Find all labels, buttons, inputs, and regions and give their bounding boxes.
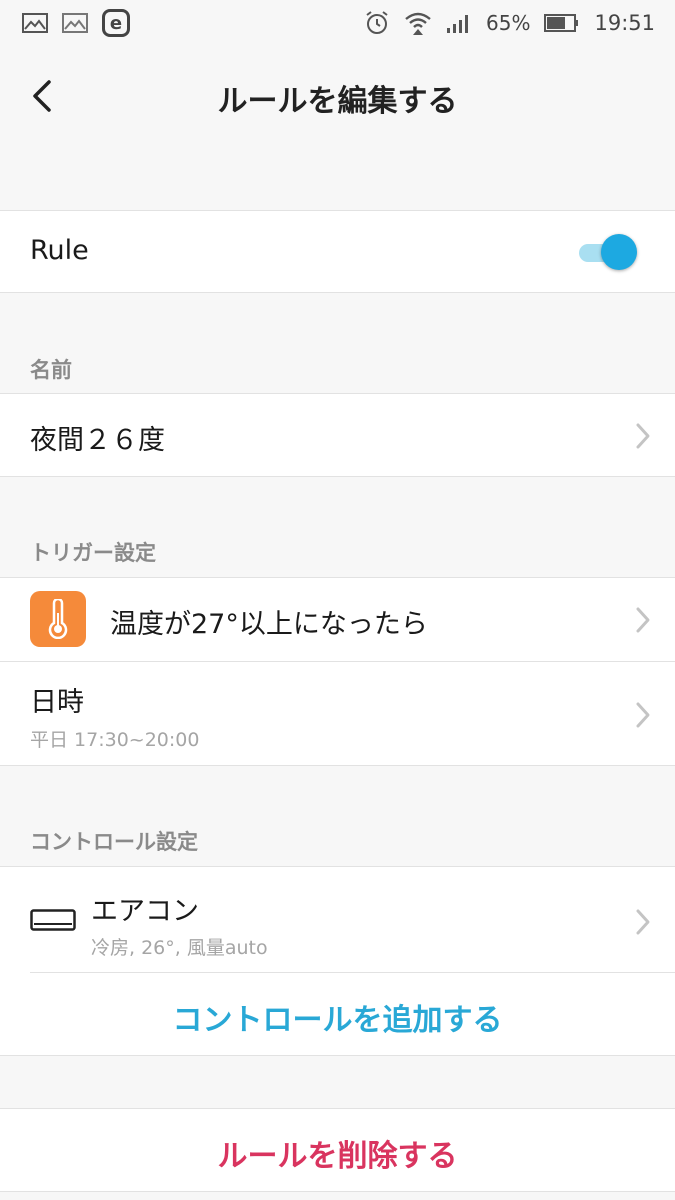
trigger-datetime-label: 日時: [30, 687, 84, 718]
thermometer-icon: [30, 591, 86, 647]
delete-rule-button[interactable]: ルールを削除する: [0, 1108, 675, 1192]
battery-icon: [544, 14, 579, 32]
image-icon: [22, 13, 48, 33]
chevron-right-icon: [636, 702, 650, 728]
signal-icon: [447, 15, 469, 33]
chevron-right-icon: [636, 423, 650, 449]
add-control-button[interactable]: コントロールを追加する: [0, 973, 675, 1056]
status-bar-right: 65% 19:51: [364, 10, 655, 36]
control-aircon-subtitle: 冷房, 26°, 風量auto: [91, 937, 268, 959]
thermometer-glyph: [48, 599, 68, 639]
header: ルールを編集する: [0, 46, 675, 150]
delete-rule-label: ルールを削除する: [217, 1139, 458, 1174]
control-section-label: コントロール設定: [30, 830, 198, 854]
alarm-icon: [366, 11, 388, 34]
status-bar-left: e: [22, 9, 130, 37]
name-section-label: 名前: [30, 358, 72, 382]
wifi-icon: [405, 12, 431, 35]
air-conditioner-icon: [30, 909, 76, 931]
rule-label: Rule: [30, 235, 89, 266]
trigger-temperature-label: 温度が27°以上になったら: [110, 609, 428, 640]
trigger-datetime-row[interactable]: 日時 平日 17:30~20:00: [0, 662, 675, 766]
trigger-datetime-subtitle: 平日 17:30~20:00: [30, 729, 200, 751]
trigger-section-label: トリガー設定: [30, 541, 156, 565]
rule-toggle[interactable]: [579, 233, 637, 273]
trigger-temperature-row[interactable]: 温度が27°以上になったら: [0, 578, 675, 661]
add-control-label: コントロールを追加する: [172, 1003, 503, 1038]
toggle-knob: [601, 234, 637, 270]
control-aircon-label: エアコン: [91, 896, 199, 927]
e-app-icon: e: [102, 9, 130, 37]
rule-toggle-row[interactable]: Rule: [0, 210, 675, 293]
image-icon: [62, 13, 88, 33]
chevron-right-icon: [636, 607, 650, 633]
trigger-list: 温度が27°以上になったら 日時 平日 17:30~20:00: [0, 577, 675, 766]
name-row[interactable]: 夜間２６度: [0, 393, 675, 477]
control-list: エアコン 冷房, 26°, 風量auto コントロールを追加する: [0, 866, 675, 1056]
control-aircon-row[interactable]: エアコン 冷房, 26°, 風量auto: [0, 867, 675, 972]
rule-name-value: 夜間２６度: [30, 425, 165, 456]
chevron-right-icon: [636, 909, 650, 935]
page-title: ルールを編集する: [217, 84, 458, 119]
status-bar: e 65% 19:51: [0, 0, 675, 46]
battery-percent: 65%: [486, 11, 531, 35]
status-time: 19:51: [594, 11, 655, 35]
